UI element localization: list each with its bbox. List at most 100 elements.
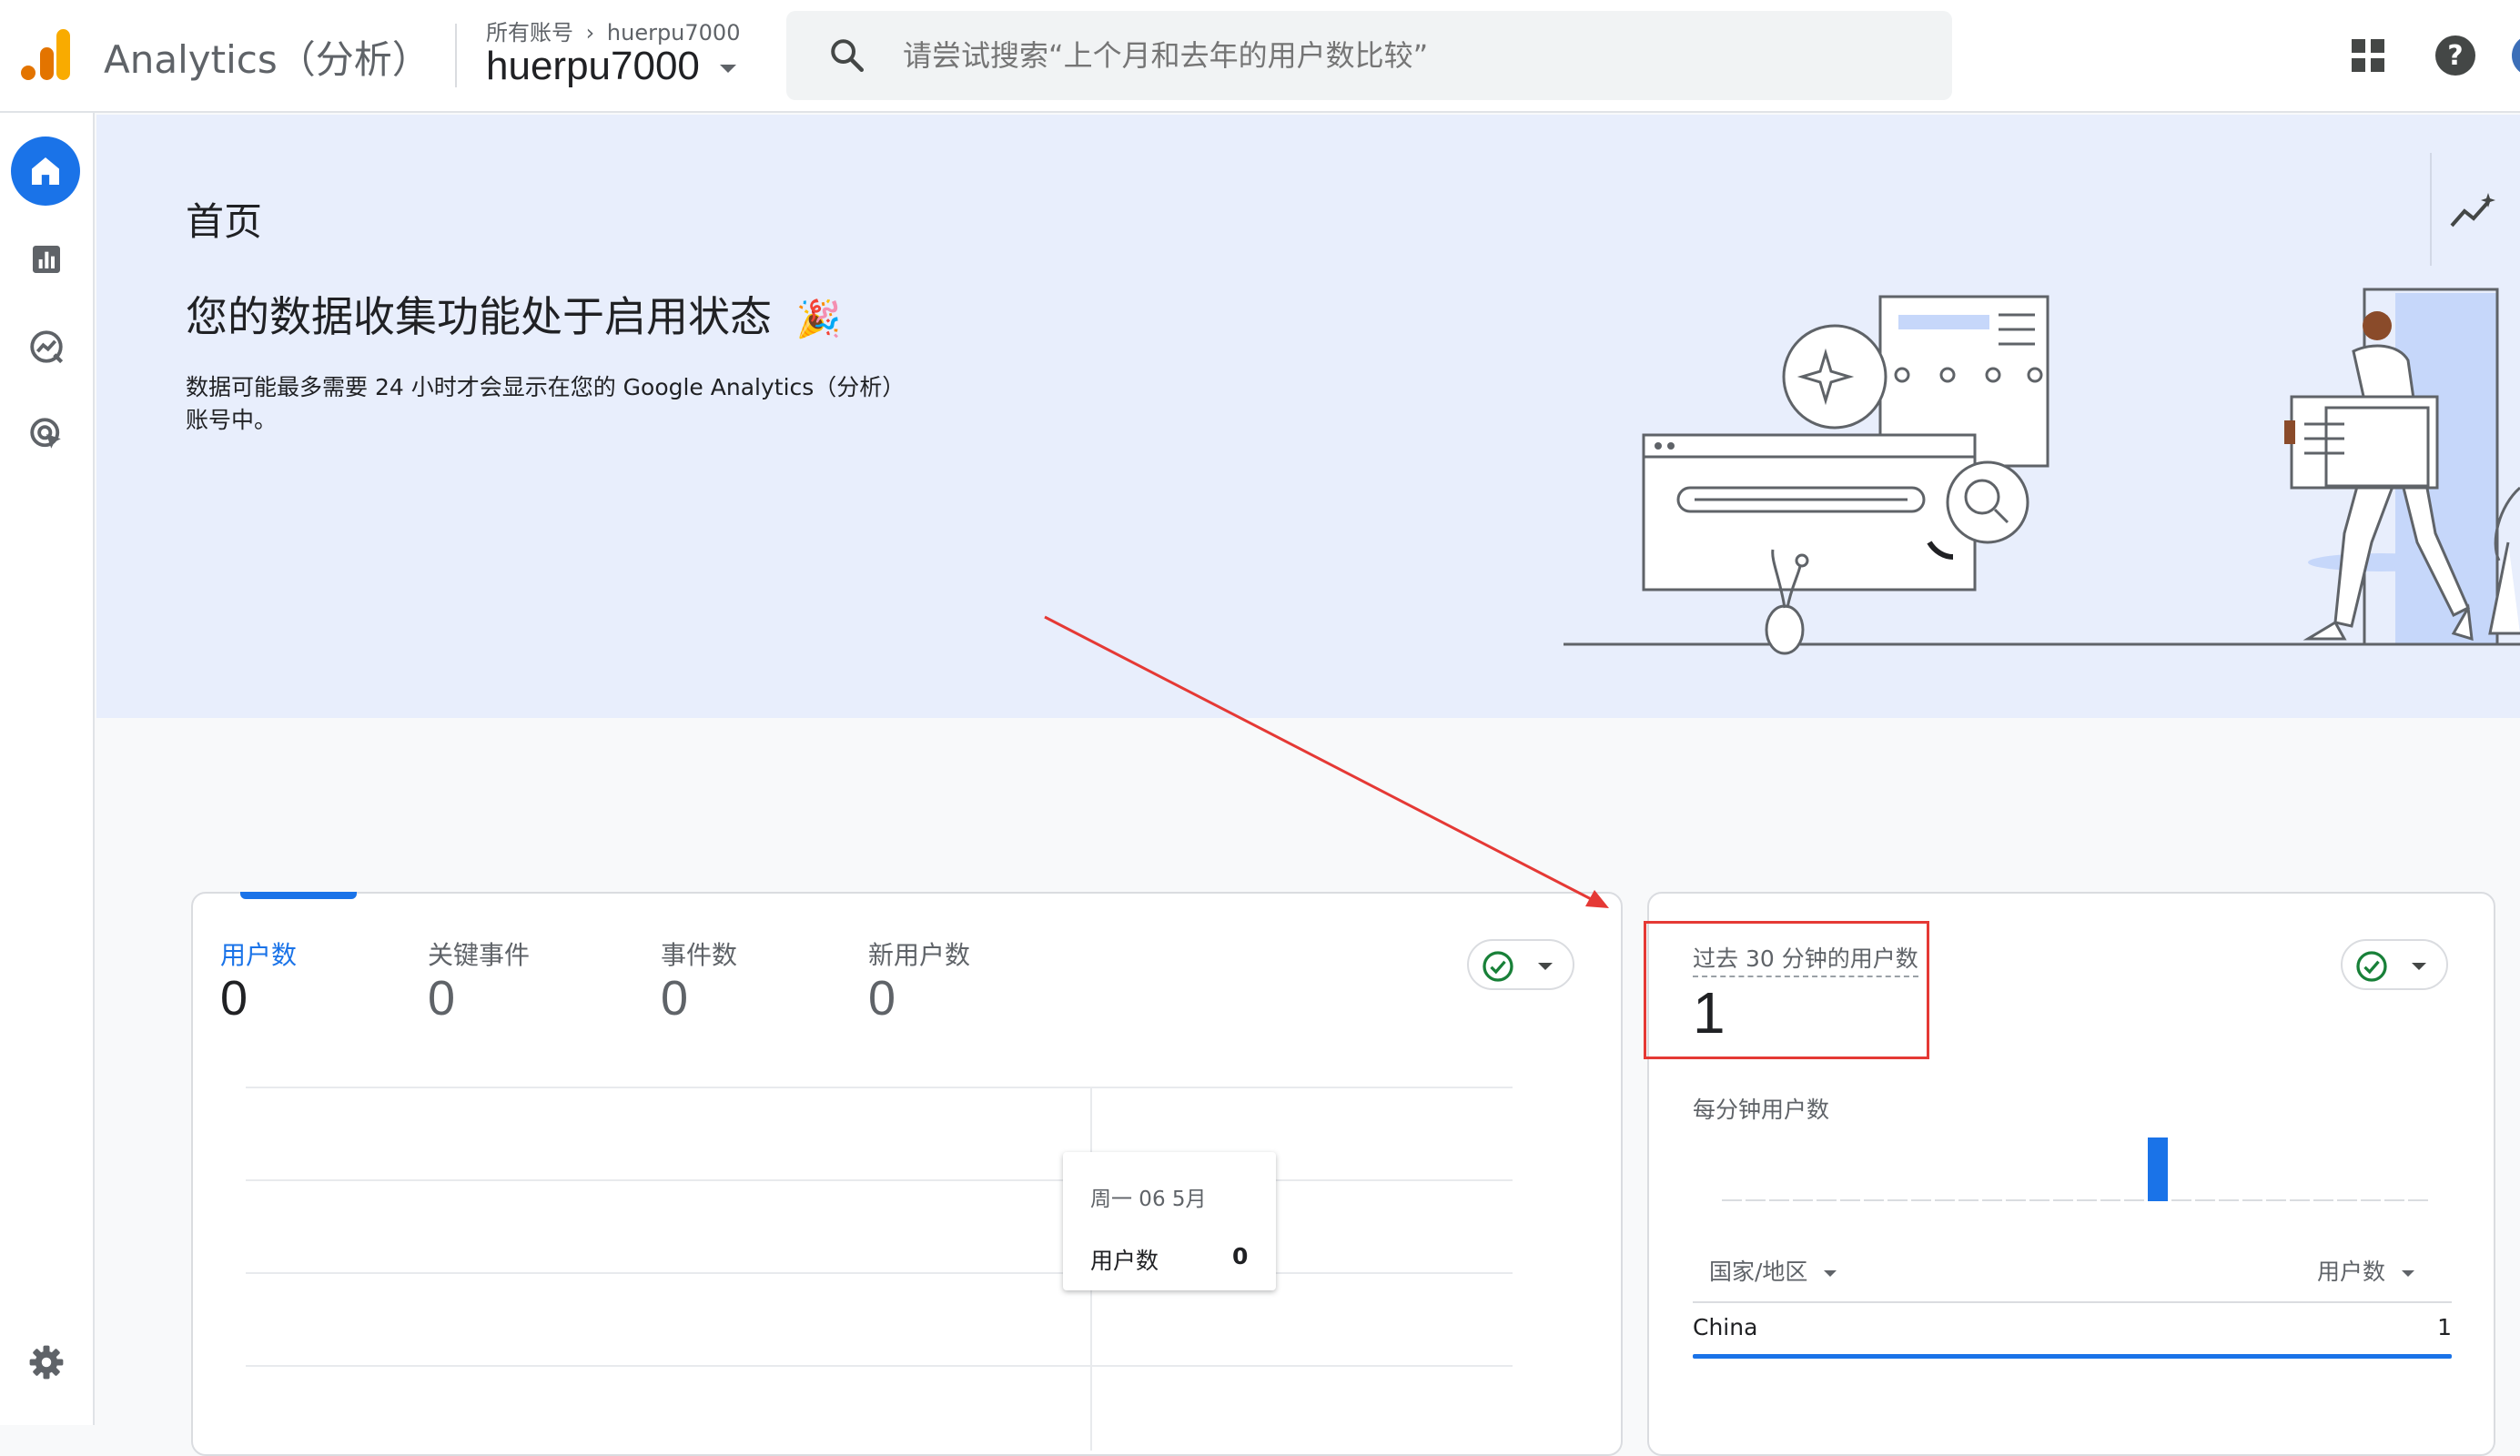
hero-heading: 您的数据收集功能处于启用状态 🎉	[186, 284, 841, 344]
breadcrumb[interactable]: 所有账号 › huerpu7000	[486, 15, 740, 46]
chart-bar[interactable]	[2077, 1199, 2097, 1201]
advertising-icon[interactable]	[20, 408, 73, 460]
search-bar[interactable]	[786, 11, 1952, 100]
chart-bar[interactable]	[2290, 1199, 2310, 1201]
left-nav	[0, 113, 95, 1425]
chart-bar[interactable]	[2171, 1199, 2191, 1201]
country-cell: China	[1693, 1314, 1758, 1340]
chart-bar[interactable]	[2029, 1199, 2049, 1201]
users-metric-selector[interactable]: 用户数	[2317, 1254, 2414, 1287]
chart-gridline	[246, 1179, 1513, 1181]
chart-bar[interactable]	[2361, 1199, 2381, 1201]
realtime-status-pill[interactable]	[2341, 939, 2448, 990]
tab-value: 0	[428, 971, 456, 1026]
tab-key-events[interactable]: 关键事件 0	[428, 935, 628, 1026]
caret-down-icon	[1824, 1269, 1837, 1277]
breadcrumb-chevron-icon: ›	[585, 20, 595, 46]
caret-down-icon	[1538, 963, 1553, 970]
chart-bar[interactable]	[2384, 1199, 2404, 1201]
tab-event-count[interactable]: 事件数 0	[661, 935, 843, 1026]
chart-bar[interactable]	[2195, 1199, 2215, 1201]
account-avatar[interactable]	[2512, 35, 2520, 76]
active-tab-indicator	[240, 892, 357, 899]
chart-bar[interactable]	[2337, 1199, 2357, 1201]
users-cell: 1	[2437, 1314, 2452, 1340]
chart-bar[interactable]	[2313, 1199, 2333, 1201]
compare-status-pill[interactable]	[1467, 939, 1574, 990]
tab-new-users[interactable]: 新用户数 0	[868, 935, 1050, 1026]
hero-heading-text: 您的数据收集功能处于启用状态	[186, 292, 772, 341]
chart-tooltip: 周一 06 5月 用户数 0	[1063, 1152, 1276, 1290]
hero-banner: 首页 您的数据收集功能处于启用状态 🎉 数据可能最多需要 24 小时才会显示在您…	[96, 115, 2520, 718]
settings-icon[interactable]	[20, 1336, 73, 1389]
chart-bar[interactable]	[1911, 1199, 1931, 1201]
help-icon[interactable]: ?	[2435, 35, 2475, 76]
chart-bar[interactable]	[2408, 1199, 2428, 1201]
chart-bar[interactable]	[1793, 1199, 1813, 1201]
hero-divider	[2430, 153, 2432, 266]
tab-label: 新用户数	[868, 940, 971, 970]
home-icon[interactable]	[11, 136, 80, 206]
hero-illustration	[1564, 288, 2520, 655]
chart-bar[interactable]	[1958, 1199, 1979, 1201]
country-dimension-selector[interactable]: 国家/地区	[1709, 1254, 1837, 1287]
topbar-divider	[455, 24, 457, 87]
celebration-icon: 🎉	[795, 298, 842, 340]
chart-bar[interactable]	[2266, 1199, 2286, 1201]
chart-bar[interactable]	[1769, 1199, 1789, 1201]
property-name: huerpu7000	[486, 44, 700, 88]
metric-label: 用户数	[2317, 1259, 2386, 1285]
apps-grid-icon[interactable]	[2350, 37, 2386, 77]
chart-gridline	[246, 1365, 1513, 1367]
per-minute-label: 每分钟用户数	[1693, 1097, 1830, 1123]
chart-bar[interactable]	[1982, 1199, 2002, 1201]
tab-users[interactable]: 用户数 0	[220, 935, 402, 1026]
chart-bar[interactable]	[2053, 1199, 2073, 1201]
tab-label: 用户数	[220, 940, 298, 970]
hero-description-line1: 数据可能最多需要 24 小时才会显示在您的 Google Analytics（分…	[186, 374, 906, 400]
chart-bar[interactable]	[1887, 1199, 1908, 1201]
table-divider	[1693, 1301, 2452, 1303]
caret-down-icon	[2401, 1269, 2414, 1277]
tab-value: 0	[661, 971, 689, 1026]
reports-icon[interactable]	[20, 233, 73, 286]
chart-gridline	[246, 1087, 1513, 1088]
table-row[interactable]: China 1	[1693, 1314, 2452, 1361]
row-share-bar	[1693, 1354, 2452, 1359]
check-circle-icon	[2356, 951, 2387, 982]
tooltip-metric-value: 0	[1232, 1243, 1249, 1269]
chart-bar[interactable]	[2006, 1199, 2026, 1201]
chart-bar[interactable]	[1746, 1199, 1766, 1201]
top-app-bar: Analytics（分析） 所有账号 › huerpu7000 huerpu70…	[0, 0, 2520, 113]
search-icon	[828, 36, 866, 78]
caret-down-icon	[2412, 963, 2426, 970]
chart-bar[interactable]	[1722, 1199, 1742, 1201]
chart-bar[interactable]	[1864, 1199, 1884, 1201]
tooltip-date: 周一 06 5月	[1090, 1188, 1207, 1211]
chart-bar[interactable]	[1840, 1199, 1860, 1201]
chart-bar[interactable]	[2242, 1199, 2262, 1201]
analytics-logo-icon[interactable]	[20, 27, 71, 82]
property-selector[interactable]: huerpu7000	[486, 44, 737, 89]
chart-gridline	[246, 1272, 1513, 1274]
overview-card: 用户数 0 关键事件 0 事件数 0 新用户数 0 周一 06 5月 用户数 0	[191, 892, 1623, 1456]
search-input[interactable]	[903, 31, 1904, 80]
per-minute-chart	[1722, 1138, 2428, 1201]
breadcrumb-child[interactable]: huerpu7000	[607, 20, 741, 46]
annotation-highlight-box	[1644, 921, 1929, 1059]
insights-icon[interactable]	[2448, 191, 2497, 235]
tab-label: 关键事件	[428, 940, 531, 970]
tab-label: 事件数	[661, 940, 738, 970]
chart-bar[interactable]	[2219, 1199, 2239, 1201]
chart-bar[interactable]	[2100, 1199, 2120, 1201]
tab-value: 0	[220, 971, 248, 1026]
explore-icon[interactable]	[20, 320, 73, 373]
chart-bar[interactable]	[1935, 1199, 1955, 1201]
page-title: 首页	[186, 199, 263, 244]
hero-description: 数据可能最多需要 24 小时才会显示在您的 Google Analytics（分…	[186, 371, 905, 437]
chart-bar[interactable]	[1817, 1199, 1837, 1201]
dimension-label: 国家/地区	[1709, 1259, 1808, 1285]
breadcrumb-root[interactable]: 所有账号	[486, 20, 573, 46]
chart-bar[interactable]	[2124, 1199, 2144, 1201]
chart-bar[interactable]	[2148, 1138, 2168, 1201]
